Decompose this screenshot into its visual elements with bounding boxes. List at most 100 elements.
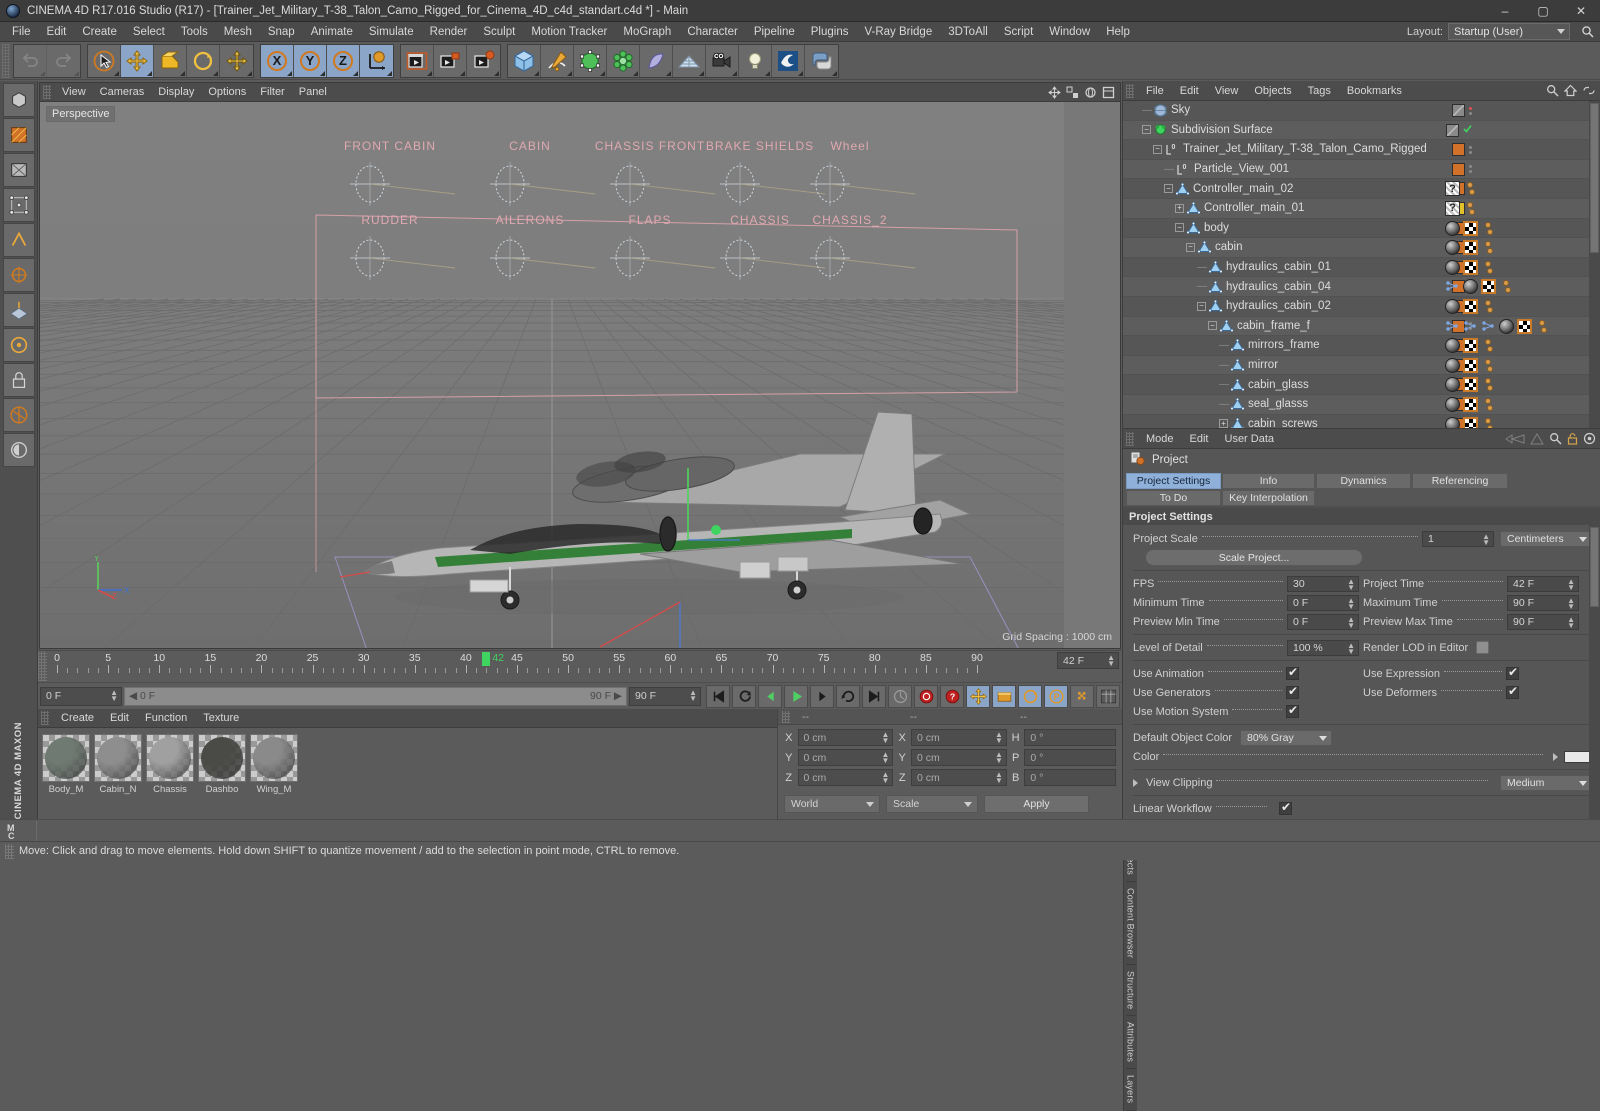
attribute-menu-user-data[interactable]: User Data <box>1217 431 1283 447</box>
table-row[interactable]: — 0 Particle_View_001 <box>1123 159 1600 180</box>
material-item[interactable]: Body_M <box>42 734 90 795</box>
edge-mode-button[interactable] <box>2 223 35 257</box>
fps-field[interactable]: 30 ▲ ▼ <box>1287 575 1359 592</box>
material-preview[interactable] <box>146 734 194 782</box>
coordinate-mode-dropdown[interactable]: Scale <box>886 795 978 813</box>
snap-button[interactable] <box>2 328 35 362</box>
world-axis-button[interactable] <box>360 44 393 77</box>
spinner-icon[interactable]: ▲ ▼ <box>995 771 1003 785</box>
lock-icon[interactable] <box>1567 432 1578 448</box>
vertical-tab-structure[interactable]: Structure <box>1125 965 1136 1017</box>
tag-beads-icon[interactable] <box>1465 182 1475 196</box>
rotation-field-b[interactable]: 0 ° <box>1024 769 1116 786</box>
autokey-button[interactable] <box>914 684 938 708</box>
vertical-tab-layers[interactable]: Layers <box>1125 1069 1136 1111</box>
timeline-ruler[interactable]: 0 5 10 15 20 25 30 35 40 45 50 55 60 65 70 75 80 85 90 42 4… <box>38 650 1122 682</box>
maximize-view-icon[interactable] <box>1102 86 1115 102</box>
menu-item-snap[interactable]: Snap <box>260 24 303 40</box>
goto-end-button[interactable] <box>862 684 886 708</box>
visibility-dot[interactable] <box>1469 145 1472 149</box>
size-field-x[interactable]: 0 cm ▲ ▼ <box>910 729 1007 746</box>
object-menu-tags[interactable]: Tags <box>1300 83 1339 99</box>
material-tag-icon[interactable] <box>1445 357 1460 373</box>
table-row[interactable]: — hydraulics_cabin_01 <box>1123 258 1600 278</box>
attribute-menu-mode[interactable]: Mode <box>1138 431 1182 447</box>
python-button[interactable] <box>805 44 838 77</box>
viewport-solo-button[interactable] <box>2 433 35 467</box>
menu-item-v-ray-bridge[interactable]: V-Ray Bridge <box>856 24 940 40</box>
position-key-button[interactable] <box>966 684 990 708</box>
xpresso-tag-icon[interactable] <box>1481 319 1496 334</box>
maximum-time-field[interactable]: 90 F ▲ ▼ <box>1507 594 1579 611</box>
model-mode-button[interactable] <box>2 83 35 117</box>
preview-range-bar[interactable]: ◀ 0 F 90 F ▶ <box>124 686 627 706</box>
xpresso-tag-icon[interactable] <box>1463 319 1478 334</box>
collapse-icon[interactable]: − <box>1197 301 1206 311</box>
position-field-z[interactable]: 0 cm ▲ ▼ <box>797 769 894 786</box>
texture-tag-icon[interactable] <box>1517 318 1532 334</box>
material-tag-icon[interactable] <box>1445 338 1460 354</box>
project-scale-field[interactable]: 1 ▲ ▼ <box>1422 530 1494 547</box>
position-field-y[interactable]: 0 cm ▲ ▼ <box>797 749 894 766</box>
polygon-mode-button[interactable] <box>2 153 35 187</box>
object-color-chip[interactable] <box>1452 143 1465 157</box>
collapse-icon[interactable]: − <box>1175 223 1184 233</box>
object-color-chip[interactable] <box>1452 162 1465 176</box>
pin-icon[interactable] <box>1583 432 1596 448</box>
material-tag-icon[interactable] <box>1445 220 1460 236</box>
link-icon[interactable] <box>1582 84 1596 100</box>
lock-axis-button[interactable] <box>2 363 35 397</box>
deformer-button[interactable] <box>640 44 673 77</box>
object-tree-scrollbar[interactable] <box>1589 101 1600 428</box>
close-button[interactable]: ✕ <box>1562 0 1600 22</box>
menu-item-select[interactable]: Select <box>125 24 173 40</box>
material-preview[interactable] <box>250 734 298 782</box>
goto-start-button[interactable] <box>706 684 730 708</box>
table-row[interactable]: — seal_glasss <box>1123 394 1600 415</box>
xpresso-tag-icon[interactable] <box>1445 319 1460 334</box>
table-row[interactable]: − 0 Trainer_Jet_Military_T-38_Talon_Camo_R… <box>1123 140 1600 160</box>
x-axis-button[interactable]: X <box>261 44 294 77</box>
viewport-menu-cameras[interactable]: Cameras <box>93 85 152 99</box>
spinner-icon[interactable]: ▲ ▼ <box>1567 577 1575 591</box>
collapse-icon[interactable]: − <box>1142 125 1151 135</box>
tag-beads-icon[interactable] <box>1483 221 1493 235</box>
visibility-dot[interactable] <box>1469 150 1472 154</box>
redo-button[interactable] <box>47 44 80 77</box>
param-key-button[interactable]: P <box>1044 684 1068 708</box>
tab-info[interactable]: Info <box>1222 473 1315 489</box>
table-row[interactable]: — hydraulics_cabin_04 <box>1123 277 1600 297</box>
max-time-field[interactable]: 90 F ▲ ▼ <box>629 686 701 706</box>
coordinate-grip[interactable] <box>782 710 790 723</box>
table-row[interactable]: − Controller_main_02? <box>1123 179 1600 199</box>
search-icon[interactable] <box>1546 84 1559 100</box>
rotation-field-h[interactable]: 0 ° <box>1024 729 1116 746</box>
attribute-grip[interactable] <box>1126 431 1134 446</box>
menu-item-animate[interactable]: Animate <box>303 24 361 40</box>
texture-tag-icon[interactable] <box>1463 240 1478 256</box>
tab-referencing[interactable]: Referencing <box>1412 473 1508 489</box>
3d-viewport[interactable]: Perspective Grid Spacing : 1000 cm FRONT… <box>40 102 1120 648</box>
rotate-tool-button[interactable] <box>187 44 220 77</box>
preview-min-time-field[interactable]: 0 F ▲ ▼ <box>1287 613 1359 630</box>
texture-tag-icon[interactable] <box>1463 259 1478 275</box>
timeline-frame-field[interactable]: 42 F ▲ ▼ <box>1057 652 1119 669</box>
position-field-x[interactable]: 0 cm ▲ ▼ <box>797 729 894 746</box>
scale-tool-button[interactable] <box>154 44 187 77</box>
undo-button[interactable] <box>14 44 47 77</box>
texture-tag-icon[interactable] <box>1463 377 1478 393</box>
menu-item-render[interactable]: Render <box>422 24 476 40</box>
camera-button[interactable] <box>706 44 739 77</box>
visibility-dot[interactable] <box>1469 111 1472 115</box>
material-menu-create[interactable]: Create <box>53 710 102 726</box>
spinner-icon[interactable]: ▲ ▼ <box>110 688 118 702</box>
scale-project-button[interactable]: Scale Project... <box>1145 549 1363 566</box>
menu-item-script[interactable]: Script <box>996 24 1041 40</box>
tag-beads-icon[interactable] <box>1537 319 1547 333</box>
texture-tag-icon[interactable] <box>1481 279 1496 295</box>
point-mode-button[interactable] <box>2 188 35 222</box>
visibility-dots[interactable] <box>1469 106 1472 115</box>
object-menu-bookmarks[interactable]: Bookmarks <box>1339 83 1410 99</box>
viewport-grip[interactable] <box>43 85 51 99</box>
vertical-tab-attributes[interactable]: Attributes <box>1125 1016 1136 1070</box>
